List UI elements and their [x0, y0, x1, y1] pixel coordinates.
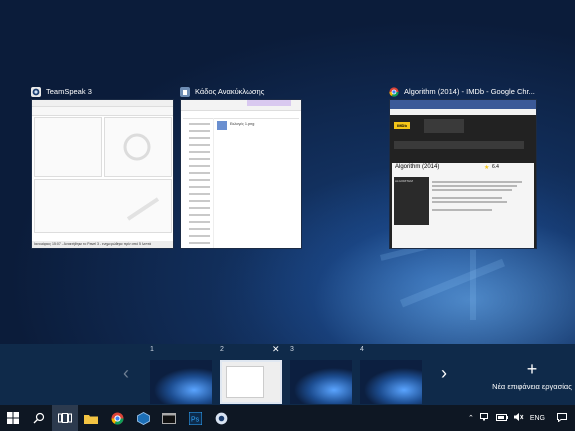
network-icon[interactable]: [479, 413, 490, 423]
light-beam: [470, 250, 476, 320]
photoshop-icon[interactable]: Ps: [182, 405, 208, 431]
terminal-icon[interactable]: [156, 405, 182, 431]
teamspeak-icon[interactable]: [208, 405, 234, 431]
desktop-number: 3: [290, 346, 294, 353]
desktop-thumbnail-3[interactable]: 3: [290, 346, 352, 404]
window-title: Κάδος Ανακύκλωσης: [195, 87, 265, 96]
taskbar: Ps ⌃ ENG: [0, 405, 575, 431]
window-title: Algorithm (2014) - IMDb - Google Chr...: [404, 87, 535, 96]
desktop-number: 1: [150, 346, 154, 353]
file-name: Εκλογές 1.png: [230, 122, 255, 126]
window-thumbnail[interactable]: IMDb Algorithm (2014) ★ 6.4 ALGORITHM: [389, 99, 537, 249]
search-icon[interactable]: [26, 405, 52, 431]
new-desktop-label: Νέα επιφάνεια εργασίας: [492, 382, 572, 391]
close-icon[interactable]: ✕: [272, 344, 280, 355]
rating-star-icon: ★: [484, 165, 490, 171]
volume-icon[interactable]: [513, 413, 524, 423]
light-beam: [400, 258, 505, 308]
task-view-icon[interactable]: [52, 405, 78, 431]
chrome-icon[interactable]: [104, 405, 130, 431]
virtualbox-icon[interactable]: [130, 405, 156, 431]
svg-text:Ps: Ps: [191, 416, 200, 423]
chevron-right-icon[interactable]: ›: [441, 363, 447, 384]
imdb-logo[interactable]: IMDb: [394, 122, 410, 129]
movie-card: Algorithm (2014) ★ 6.4 ALGORITHM: [392, 163, 534, 248]
windows-start-icon[interactable]: [0, 405, 26, 431]
window-teamspeak[interactable]: TeamSpeak 3 Ιανουάριος 15:07 - Ανακτήθηκ…: [31, 84, 174, 249]
file-thumbnail[interactable]: [217, 121, 227, 130]
desktop-number: 4: [360, 346, 364, 353]
movie-poster[interactable]: ALGORITHM: [394, 177, 429, 225]
window-title: TeamSpeak 3: [46, 87, 92, 96]
chrome-icon: [389, 86, 399, 97]
recycle-bin-icon: [180, 86, 190, 97]
window-recycle-bin[interactable]: Κάδος Ανακύκλωσης Εκλογές 1.png: [180, 84, 302, 249]
desktop-thumbnail-2[interactable]: 2 ✕: [220, 344, 282, 404]
window-thumbnail[interactable]: Εκλογές 1.png: [180, 99, 302, 249]
desktop-number: 2: [220, 346, 224, 353]
movie-title: Algorithm (2014): [395, 164, 440, 170]
plus-icon: +: [526, 359, 538, 379]
window-header: TeamSpeak 3: [31, 84, 174, 99]
window-header: Κάδος Ανακύκλωσης: [180, 84, 300, 99]
desktop-thumbnail-1[interactable]: 1: [150, 346, 212, 404]
virtual-desktops-strip: [0, 344, 575, 405]
notification-icon[interactable]: [557, 412, 567, 424]
teamspeak-icon: [31, 86, 41, 97]
battery-icon[interactable]: [495, 413, 508, 423]
rating-value: 6.4: [492, 164, 499, 170]
status-bar: Ιανουάριος 15:07 - Ανακτήθηκε το Pavel 3…: [32, 241, 173, 248]
desktop-thumbnail-4[interactable]: 4: [360, 346, 422, 404]
language-indicator[interactable]: ENG: [530, 415, 545, 422]
window-chrome-imdb[interactable]: Algorithm (2014) - IMDb - Google Chr... …: [389, 84, 537, 249]
chevron-up-icon[interactable]: ⌃: [468, 414, 474, 422]
file-explorer-icon[interactable]: [78, 405, 104, 431]
window-header: Algorithm (2014) - IMDb - Google Chr...: [389, 84, 537, 99]
chevron-left-icon[interactable]: ‹: [123, 363, 129, 384]
new-desktop-button[interactable]: + Νέα επιφάνεια εργασίας: [492, 360, 572, 391]
window-thumbnail[interactable]: Ιανουάριος 15:07 - Ανακτήθηκε το Pavel 3…: [31, 99, 174, 249]
system-tray: ⌃ ENG: [468, 405, 575, 431]
